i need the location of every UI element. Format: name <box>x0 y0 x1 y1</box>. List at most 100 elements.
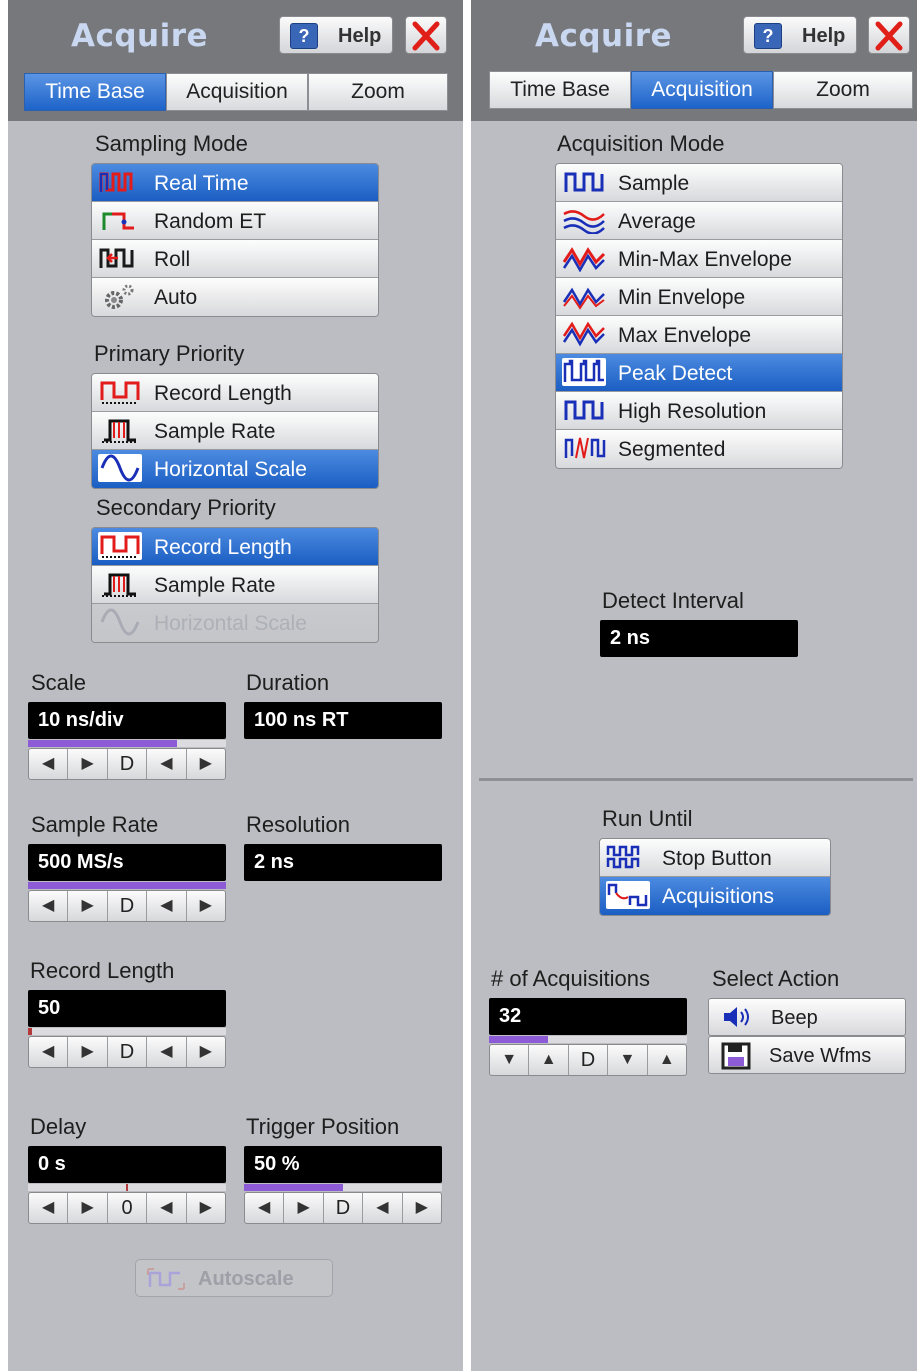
level-fill <box>28 740 177 747</box>
option-average[interactable]: Average <box>556 202 842 240</box>
coarse-increase-button[interactable]: ▶ <box>187 749 225 779</box>
fine-decrease-button[interactable]: ◀ <box>245 1193 285 1223</box>
fine-increase-button[interactable]: ▶ <box>68 749 108 779</box>
fine-increase-button[interactable]: ▶ <box>68 1037 108 1067</box>
scale-level-bar <box>28 740 226 747</box>
num-acquisitions-level-bar <box>489 1036 687 1043</box>
option-record-length[interactable]: Record Length <box>92 528 378 566</box>
option-min-max-envelope[interactable]: Min-Max Envelope <box>556 240 842 278</box>
level-fill <box>28 1028 32 1035</box>
coarse-increase-button[interactable]: ▶ <box>187 1193 225 1223</box>
option-record-length[interactable]: Record Length <box>92 374 378 412</box>
detect-interval-field: 2 ns <box>600 620 798 657</box>
fine-increase-button[interactable]: ▲ <box>529 1045 569 1075</box>
close-button[interactable] <box>868 16 910 54</box>
acquisition-mode-list: Sample Average Min-Max Envelope Min Enve… <box>555 163 843 469</box>
run-until-list: Stop Button Acquisitions <box>599 838 831 916</box>
coarse-decrease-button[interactable]: ◀ <box>147 891 187 921</box>
option-peak-detect[interactable]: Peak Detect <box>556 354 842 392</box>
option-high-resolution[interactable]: High Resolution <box>556 392 842 430</box>
zero-button[interactable]: 0 <box>108 1193 148 1223</box>
default-button[interactable]: D <box>569 1045 609 1075</box>
num-acquisitions-field[interactable]: 32 <box>489 998 687 1035</box>
coarse-increase-button[interactable]: ▶ <box>187 891 225 921</box>
option-real-time[interactable]: Real Time <box>92 164 378 202</box>
record-length-label: Record Length <box>30 958 175 983</box>
option-segmented[interactable]: Segmented <box>556 430 842 468</box>
fine-increase-button[interactable]: ▶ <box>284 1193 324 1223</box>
roll-icon <box>99 248 134 268</box>
tab-bar: Time Base Acquisition Zoom <box>24 73 448 111</box>
tab-time-base[interactable]: Time Base <box>489 71 631 109</box>
coarse-increase-button[interactable]: ▶ <box>403 1193 441 1223</box>
option-sample-rate[interactable]: Sample Rate <box>92 412 378 450</box>
trigger-position-field[interactable]: 50 % <box>244 1146 442 1183</box>
tab-zoom[interactable]: Zoom <box>308 73 448 111</box>
default-button[interactable]: D <box>108 891 148 921</box>
option-sample[interactable]: Sample <box>556 164 842 202</box>
fine-decrease-button[interactable]: ◀ <box>29 749 69 779</box>
option-sample-rate[interactable]: Sample Rate <box>92 566 378 604</box>
tab-zoom[interactable]: Zoom <box>773 71 913 109</box>
panel-title: Acquire <box>71 18 209 54</box>
default-button[interactable]: D <box>108 749 148 779</box>
sample-rate-spinner: ◀ ▶ D ◀ ▶ <box>28 890 226 922</box>
horizontal-scale-icon <box>98 454 142 482</box>
fine-increase-button[interactable]: ▶ <box>68 891 108 921</box>
close-icon <box>412 21 440 51</box>
coarse-decrease-button[interactable]: ◀ <box>147 1193 187 1223</box>
sample-rate-label: Sample Rate <box>31 812 159 837</box>
fine-decrease-button[interactable]: ◀ <box>29 1037 69 1067</box>
save-wfms-button[interactable]: Save Wfms <box>708 1036 906 1074</box>
panel-header: Acquire ? Help Time Base Acquisition Zoo… <box>8 0 463 121</box>
default-button[interactable]: D <box>324 1193 364 1223</box>
primary-priority-label: Primary Priority <box>94 341 245 366</box>
autoscale-icon <box>147 1268 185 1290</box>
record-length-field[interactable]: 50 <box>28 990 226 1027</box>
option-roll[interactable]: Roll <box>92 240 378 278</box>
coarse-increase-button[interactable]: ▲ <box>648 1045 686 1075</box>
coarse-decrease-button[interactable]: ◀ <box>147 1037 187 1067</box>
option-horizontal-scale[interactable]: Horizontal Scale <box>92 450 378 488</box>
default-button[interactable]: D <box>108 1037 148 1067</box>
delay-label: Delay <box>30 1114 87 1139</box>
option-auto[interactable]: Auto <box>92 278 378 316</box>
tab-time-base[interactable]: Time Base <box>24 73 166 111</box>
fine-decrease-button[interactable]: ▼ <box>490 1045 530 1075</box>
option-acquisitions[interactable]: Acquisitions <box>600 877 830 915</box>
coarse-decrease-button[interactable]: ◀ <box>147 749 187 779</box>
help-icon: ? <box>754 23 782 49</box>
real-time-icon <box>99 172 133 192</box>
tab-acquisition[interactable]: Acquisition <box>166 73 308 111</box>
help-icon: ? <box>290 23 318 49</box>
coarse-increase-button[interactable]: ▶ <box>187 1037 225 1067</box>
option-min-envelope[interactable]: Min Envelope <box>556 278 842 316</box>
min-max-envelope-icon <box>562 247 606 272</box>
coarse-decrease-button[interactable]: ▼ <box>608 1045 648 1075</box>
sample-rate-level-bar <box>28 882 226 889</box>
option-random-et[interactable]: Random ET <box>92 202 378 240</box>
close-button[interactable] <box>405 16 447 54</box>
option-max-envelope[interactable]: Max Envelope <box>556 316 842 354</box>
level-fill <box>244 1184 343 1191</box>
fine-decrease-button[interactable]: ◀ <box>29 891 69 921</box>
coarse-decrease-button[interactable]: ◀ <box>363 1193 403 1223</box>
tab-acquisition[interactable]: Acquisition <box>631 71 773 109</box>
gear-icon <box>105 284 134 309</box>
delay-field[interactable]: 0 s <box>28 1146 226 1183</box>
duration-field: 100 ns RT <box>244 702 442 739</box>
option-stop-button[interactable]: Stop Button <box>600 839 830 877</box>
fine-increase-button[interactable]: ▶ <box>68 1193 108 1223</box>
num-acquisitions-spinner: ▼ ▲ D ▼ ▲ <box>489 1044 687 1076</box>
max-envelope-icon <box>562 321 605 347</box>
help-button[interactable]: ? Help <box>743 16 857 54</box>
acquire-panel-timebase: Acquire ? Help Time Base Acquisition Zoo… <box>8 0 463 1371</box>
sampling-mode-list: Real Time Random ET Roll Auto <box>91 163 379 317</box>
help-button[interactable]: ? Help <box>279 16 393 54</box>
fine-decrease-button[interactable]: ◀ <box>29 1193 69 1223</box>
beep-button[interactable]: Beep <box>708 998 906 1036</box>
sampling-mode-label: Sampling Mode <box>95 131 248 156</box>
sample-rate-field[interactable]: 500 MS/s <box>28 844 226 881</box>
scale-field[interactable]: 10 ns/div <box>28 702 226 739</box>
num-acquisitions-label: # of Acquisitions <box>491 966 650 991</box>
